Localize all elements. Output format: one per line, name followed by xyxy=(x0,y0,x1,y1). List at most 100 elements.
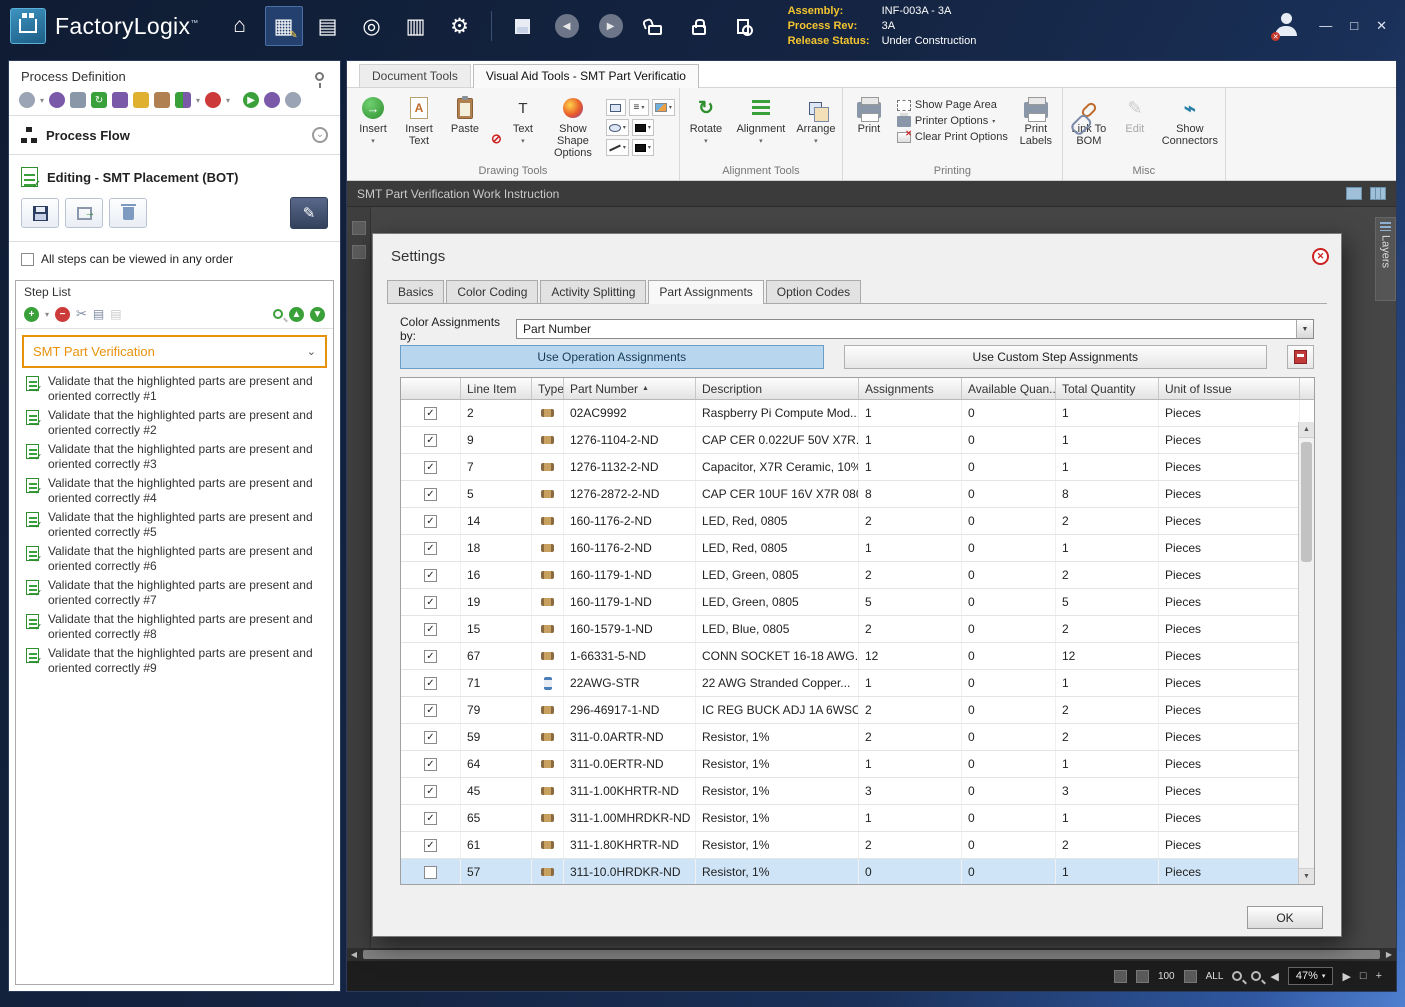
hscroll-thumb[interactable] xyxy=(363,950,1380,959)
row-checkbox[interactable]: ✓ xyxy=(424,758,437,771)
fit-page-icon[interactable]: □ xyxy=(1360,970,1367,982)
table-row[interactable]: ✓64311-0.0ERTR-NDResistor, 1%101Pieces xyxy=(401,751,1314,778)
grid-view-icon[interactable] xyxy=(1136,970,1149,983)
use-custom-step-assignments-button[interactable]: Use Custom Step Assignments xyxy=(844,345,1268,369)
column-header[interactable]: Available Quan... xyxy=(962,378,1056,399)
row-checkbox[interactable]: ✓ xyxy=(424,596,437,609)
row-checkbox[interactable]: ✓ xyxy=(424,542,437,555)
flag-icon[interactable] xyxy=(175,92,191,108)
line-style-button[interactable]: ≡▾ xyxy=(629,99,649,116)
paste-button[interactable]: Paste xyxy=(443,91,487,159)
news-button[interactable]: ▥ xyxy=(397,6,435,46)
rotate-button[interactable]: ↻ Rotate ▾ xyxy=(684,91,728,159)
insert-image-button[interactable]: ▾ xyxy=(652,99,675,116)
table-row[interactable]: ✓61311-1.80KHRTR-NDResistor, 1%202Pieces xyxy=(401,832,1314,859)
table-row[interactable]: ✓51276-2872-2-NDCAP CER 10UF 16V X7R 080… xyxy=(401,481,1314,508)
documents-button[interactable]: ▤ xyxy=(309,6,347,46)
column-header[interactable]: Type xyxy=(532,378,564,399)
scroll-up-icon[interactable]: ▲ xyxy=(1299,422,1314,438)
row-checkbox[interactable]: ✓ xyxy=(424,839,437,852)
table-row[interactable]: ✓7122AWG-STR22 AWG Stranded Copper...101… xyxy=(401,670,1314,697)
delete-step-button[interactable] xyxy=(109,198,147,228)
border-color-button[interactable]: ▾ xyxy=(632,139,654,156)
zoom-level[interactable]: 47%▾ xyxy=(1288,967,1334,985)
row-checkbox[interactable]: ✓ xyxy=(424,731,437,744)
zoom-100-label[interactable]: 100 xyxy=(1158,971,1175,982)
table-row[interactable]: ✓91276-1104-2-NDCAP CER 0.022UF 50V X7R.… xyxy=(401,427,1314,454)
any-order-checkbox[interactable] xyxy=(21,253,34,266)
edit-mode-button[interactable]: ✎ xyxy=(290,197,328,229)
selected-step[interactable]: SMT Part Verification ⌄ xyxy=(22,335,327,368)
process-definition-button[interactable]: ▦✎ xyxy=(265,6,303,46)
color-assignments-dropdown[interactable]: Part Number ▼ xyxy=(516,319,1314,339)
row-checkbox[interactable]: ✓ xyxy=(424,677,437,690)
alignment-button[interactable]: Alignment ▾ xyxy=(730,91,792,159)
step-item[interactable]: Validate that the highlighted parts are … xyxy=(18,372,331,406)
scroll-left-icon[interactable]: ◀ xyxy=(347,950,361,959)
table-row[interactable]: ✓202AC9992Raspberry Pi Compute Mod...101… xyxy=(401,400,1314,427)
block-button[interactable]: ⊘ xyxy=(491,131,502,147)
table-row[interactable]: ✓65311-1.00MHRDKR-NDResistor, 1%101Piece… xyxy=(401,805,1314,832)
step-chevron-icon[interactable]: ⌄ xyxy=(307,345,316,358)
print-icon[interactable] xyxy=(70,92,86,108)
table-row[interactable]: ✓16160-1179-1-NDLED, Green, 0805202Piece… xyxy=(401,562,1314,589)
row-checkbox[interactable]: ✓ xyxy=(424,623,437,636)
save-button[interactable] xyxy=(504,6,542,46)
layers-tab[interactable]: Layers xyxy=(1375,217,1396,301)
scrollbar-thumb[interactable] xyxy=(1301,442,1312,562)
row-checkbox[interactable]: ✓ xyxy=(424,515,437,528)
row-checkbox[interactable]: ✓ xyxy=(424,569,437,582)
pan-right-icon[interactable]: ▶ xyxy=(1342,970,1350,983)
vertical-scrollbar[interactable]: ▲ ▼ xyxy=(1298,422,1314,884)
column-header[interactable]: Line Item xyxy=(461,378,532,399)
column-header[interactable]: Assignments xyxy=(859,378,962,399)
show-connectors-button[interactable]: ⌁ Show Connectors xyxy=(1159,91,1221,159)
move-step-up-button[interactable]: ▲ xyxy=(289,307,304,322)
close-button[interactable]: ✕ xyxy=(1376,18,1387,34)
page-layout-icon[interactable] xyxy=(1346,187,1362,200)
print-report-button[interactable] xyxy=(1287,345,1314,369)
use-operation-assignments-button[interactable]: Use Operation Assignments xyxy=(400,345,824,369)
row-checkbox[interactable]: ✓ xyxy=(424,812,437,825)
step-item[interactable]: Validate that the highlighted parts are … xyxy=(18,440,331,474)
tab-basics[interactable]: Basics xyxy=(387,280,444,303)
row-checkbox[interactable]: ✓ xyxy=(424,407,437,420)
start-icon[interactable]: ▶ xyxy=(243,92,259,108)
zoom-out-icon[interactable] xyxy=(1232,971,1242,981)
move-step-down-button[interactable]: ▼ xyxy=(310,307,325,322)
row-checkbox[interactable]: ✓ xyxy=(424,785,437,798)
insert-text-button[interactable]: A Insert Text xyxy=(397,91,441,159)
row-checkbox[interactable]: ✓ xyxy=(424,434,437,447)
print-button[interactable]: Print xyxy=(847,91,891,159)
row-checkbox[interactable] xyxy=(424,866,437,879)
table-row[interactable]: ✓15160-1579-1-NDLED, Blue, 0805202Pieces xyxy=(401,616,1314,643)
column-header[interactable] xyxy=(401,378,461,399)
table-row[interactable]: ✓79296-46917-1-NDIC REG BUCK ADJ 1A 6WSO… xyxy=(401,697,1314,724)
ellipse-shape-button[interactable]: ▾ xyxy=(606,119,629,136)
tab-part-assignments[interactable]: Part Assignments xyxy=(648,280,763,304)
scroll-right-icon[interactable]: ▶ xyxy=(1382,950,1396,959)
line-shape-button[interactable]: ▾ xyxy=(606,139,629,156)
tab-document-tools[interactable]: Document Tools xyxy=(359,64,471,87)
printer-options-button[interactable]: Printer Options▾ xyxy=(897,115,1008,127)
dropdown-caret-icon[interactable]: ▾ xyxy=(226,96,230,105)
user-purple-icon[interactable] xyxy=(112,92,128,108)
row-checkbox[interactable]: ✓ xyxy=(424,488,437,501)
zoom-steps-button[interactable] xyxy=(273,309,283,319)
dialog-close-button[interactable]: ✕ xyxy=(1312,248,1329,265)
arrange-button[interactable]: Arrange ▾ xyxy=(794,91,838,159)
any-order-option[interactable]: All steps can be viewed in any order xyxy=(9,242,340,276)
alert-icon[interactable] xyxy=(205,92,221,108)
row-checkbox[interactable]: ✓ xyxy=(424,461,437,474)
row-checkbox[interactable]: ✓ xyxy=(424,650,437,663)
column-header[interactable]: Part Number▲ xyxy=(564,378,696,399)
minimize-button[interactable]: — xyxy=(1319,18,1332,34)
table-row[interactable]: ✓18160-1176-2-NDLED, Red, 0805101Pieces xyxy=(401,535,1314,562)
dispatch-button[interactable]: ◎ xyxy=(353,6,391,46)
link-to-bom-button[interactable]: Link To BOM xyxy=(1067,91,1111,159)
column-header[interactable]: Unit of Issue xyxy=(1159,378,1300,399)
thumbnail-icon[interactable] xyxy=(1114,970,1127,983)
tab-option-codes[interactable]: Option Codes xyxy=(766,280,861,303)
user-gold-icon[interactable] xyxy=(133,92,149,108)
table-row[interactable]: ✓71276-1132-2-NDCapacitor, X7R Ceramic, … xyxy=(401,454,1314,481)
